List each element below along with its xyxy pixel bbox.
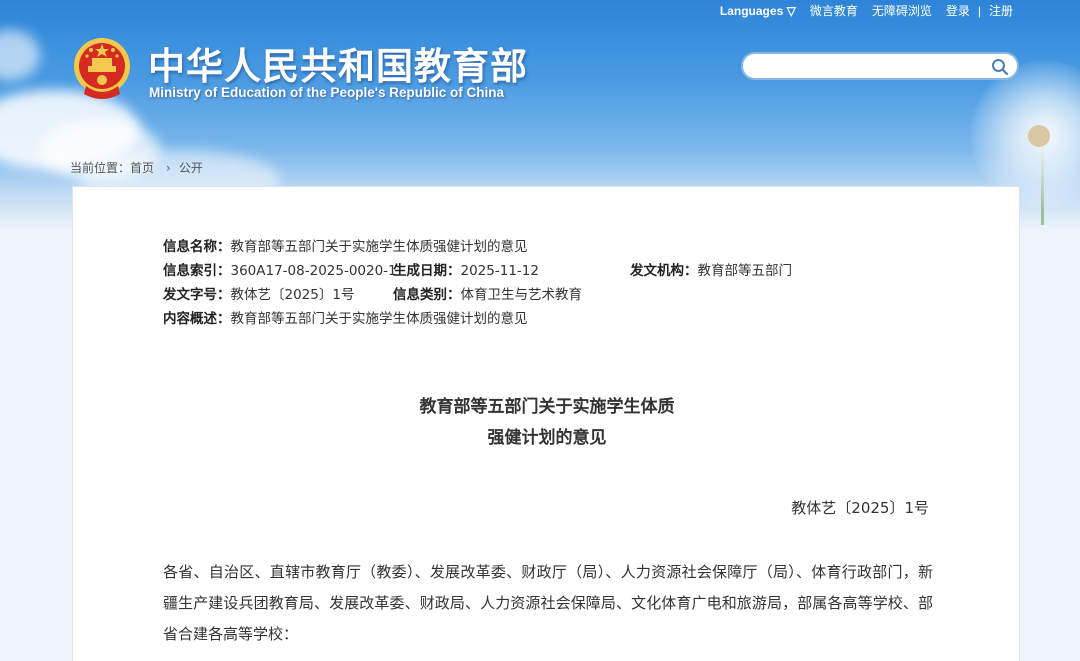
docno-label: 发文字号： <box>163 287 231 303</box>
breadcrumb: 当前位置：首页 › 公开 <box>70 159 207 176</box>
article-panel: 信息名称：教育部等五部门关于实施学生体质强健计划的意见 信息索引：360A17-… <box>72 186 1020 661</box>
breadcrumb-current[interactable]: 公开 <box>179 161 203 175</box>
date-value: 2025-11-12 <box>460 263 539 279</box>
chevron-right-icon: › <box>166 161 171 175</box>
document-title-line: 强健计划的意见 <box>487 428 607 448</box>
summary-value: 教育部等五部门关于实施学生体质强健计划的意见 <box>230 311 528 327</box>
top-links: Languages ▽ 微言教育 无障碍浏览 登录 | 注册 <box>713 2 1020 19</box>
dandelion-core-decoration <box>1028 125 1050 147</box>
docno-value: 教体艺〔2025〕1号 <box>230 287 355 303</box>
document-salutation: 各省、自治区、直辖市教育厅（教委）、发展改革委、财政厅（局）、人力资源社会保障厅… <box>163 563 933 643</box>
name-label: 信息名称： <box>163 239 231 255</box>
site-subtitle: Ministry of Education of the People's Re… <box>149 85 504 100</box>
org-value: 教育部等五部门 <box>697 263 793 279</box>
weiyan-link[interactable]: 微言教育 <box>803 2 865 19</box>
cloud-decoration <box>0 30 40 80</box>
name-value: 教育部等五部门关于实施学生体质强健计划的意见 <box>230 239 528 255</box>
document-title-line: 教育部等五部门关于实施学生体质 <box>419 397 675 417</box>
document-title: 教育部等五部门关于实施学生体质 强健计划的意见 <box>73 392 1021 454</box>
summary-label: 内容概述： <box>163 311 231 327</box>
category-label: 信息类别： <box>393 287 461 303</box>
search-input[interactable] <box>741 52 1019 80</box>
login-link[interactable]: 登录 <box>939 2 977 19</box>
site-title[interactable]: 中华人民共和国教育部 <box>148 36 528 90</box>
category-value: 体育卫生与艺术教育 <box>460 287 583 303</box>
index-label: 信息索引： <box>163 263 231 279</box>
accessibility-link[interactable]: 无障碍浏览 <box>865 2 939 19</box>
breadcrumb-home[interactable]: 首页 <box>130 161 154 175</box>
date-label: 生成日期： <box>393 263 461 279</box>
register-link[interactable]: 注册 <box>982 2 1020 19</box>
languages-link[interactable]: Languages ▽ <box>713 4 803 18</box>
national-emblem-icon <box>72 36 132 102</box>
org-label: 发文机构： <box>630 263 698 279</box>
document-number: 教体艺〔2025〕1号 <box>791 499 929 517</box>
index-value: 360A17-08-2025-0020-1 <box>230 263 397 279</box>
breadcrumb-prefix: 当前位置： <box>70 161 131 175</box>
search-icon[interactable] <box>991 58 1009 76</box>
